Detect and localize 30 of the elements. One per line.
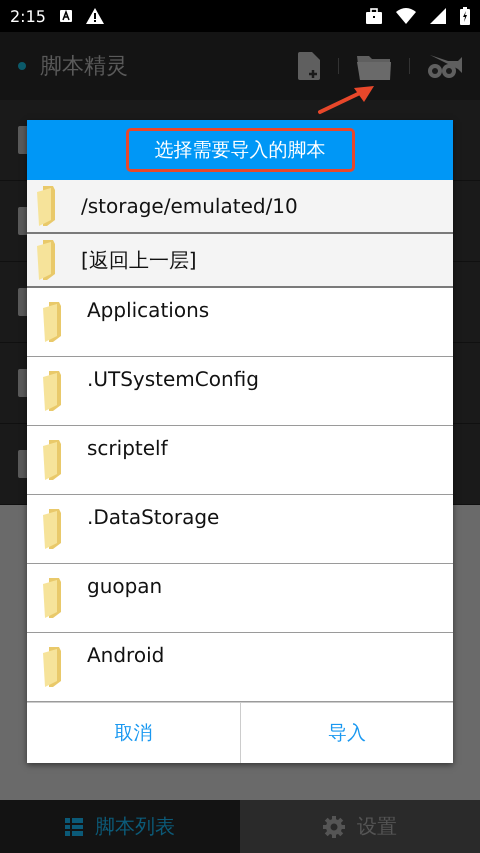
dialog-title: 选择需要导入的脚本	[126, 128, 354, 172]
folder-name: Applications	[87, 298, 210, 322]
status-time: 2:15	[10, 6, 46, 26]
app-title: 脚本精灵	[40, 53, 128, 81]
status-dot-icon	[18, 62, 26, 70]
folder-name: Android	[87, 643, 164, 667]
folder-row[interactable]: guopan	[27, 564, 453, 633]
path-label: /storage/emulated/10	[81, 194, 298, 218]
folder-row[interactable]: Applications	[27, 288, 453, 357]
folder-row[interactable]: .DataStorage	[27, 495, 453, 564]
battery-icon	[460, 7, 470, 25]
briefcase-icon	[366, 8, 382, 24]
folder-name: guopan	[87, 574, 162, 598]
folder-name: .UTSystemConfig	[87, 367, 259, 391]
wifi-icon	[396, 8, 416, 24]
folder-name: .DataStorage	[87, 505, 220, 529]
signal-icon	[430, 8, 446, 24]
new-file-icon[interactable]	[298, 52, 320, 80]
folder-row[interactable]: scriptelf	[27, 426, 453, 495]
settings-icon	[323, 816, 345, 838]
folder-row[interactable]: Android	[27, 633, 453, 702]
folder-name: scriptelf	[87, 436, 168, 460]
glasses-icon[interactable]	[428, 53, 462, 79]
path-row[interactable]: /storage/emulated/10	[27, 180, 453, 234]
warning-icon	[86, 8, 104, 24]
keyboard-icon	[60, 10, 72, 22]
list-icon	[65, 818, 83, 836]
path-label: [返回上一层]	[81, 246, 197, 274]
folder-row[interactable]: .UTSystemConfig	[27, 357, 453, 426]
path-row[interactable]: [返回上一层]	[27, 234, 453, 288]
